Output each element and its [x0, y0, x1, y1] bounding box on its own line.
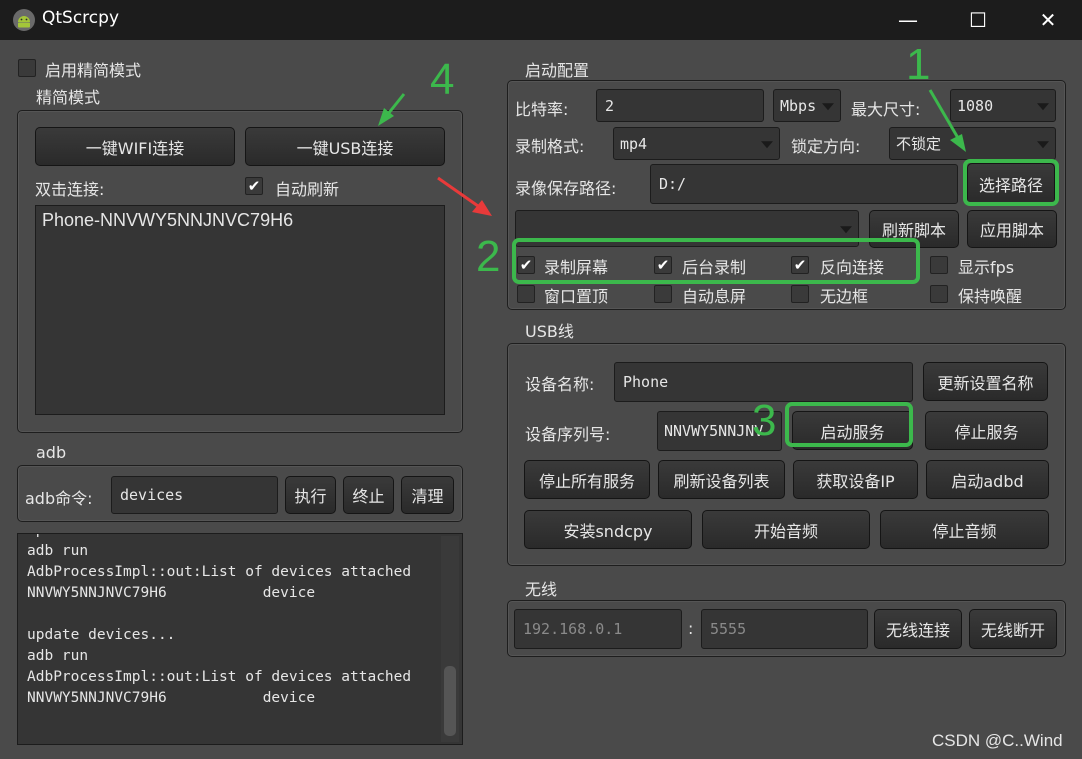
annotation-arrows — [378, 89, 966, 216]
green-arrow-icon — [928, 89, 966, 152]
green-arrow-icon — [378, 93, 406, 126]
red-arrow-icon — [437, 176, 492, 216]
watermark: CSDN @C..Wind — [932, 731, 1063, 750]
